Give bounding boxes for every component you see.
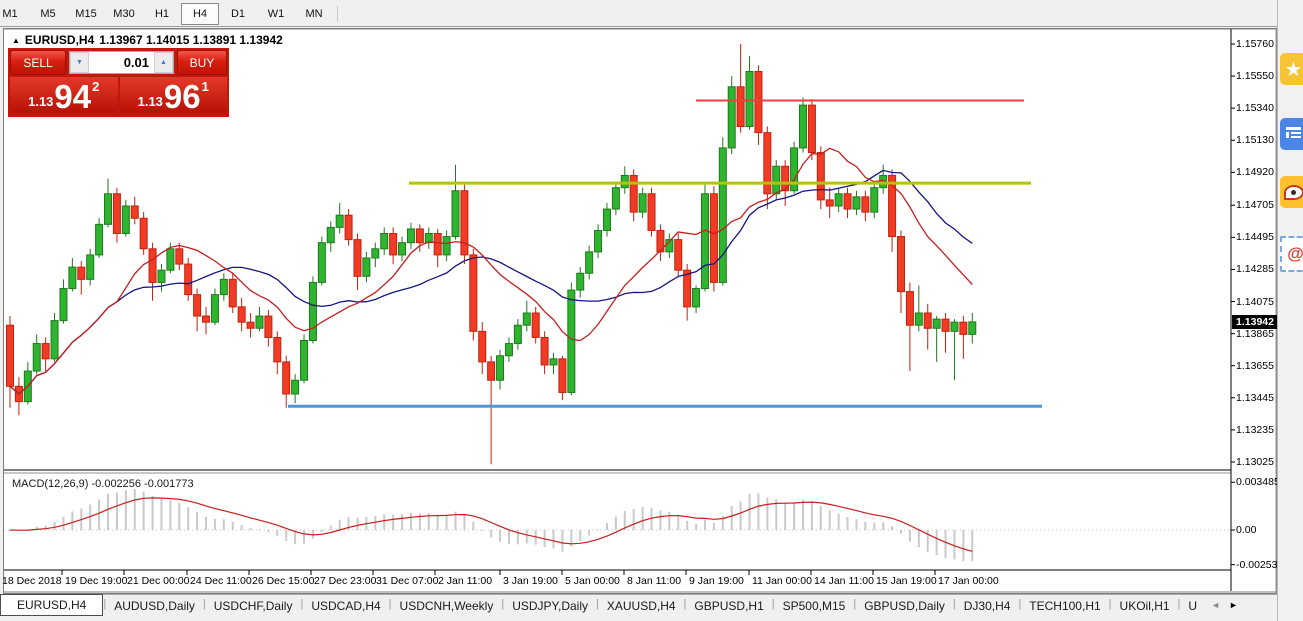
one-click-collapse-icon[interactable]: ▲	[12, 36, 20, 45]
chart-tab-SP500-M15[interactable]: SP500,M15	[775, 595, 854, 616]
volume-value[interactable]: 0.01	[89, 52, 154, 73]
sell-price-sup: 2	[92, 79, 99, 94]
chart-tab-UKOil-H1[interactable]: UKOil,H1	[1112, 595, 1178, 616]
date-axis-label: 19 Dec 19:00	[65, 575, 127, 587]
date-axis-label: 14 Jan 11:00	[814, 575, 874, 587]
tab-scroll-left-icon[interactable]: ◄	[1211, 600, 1220, 610]
chart-tab-USDCAD-H4[interactable]: USDCAD,H4	[303, 595, 388, 616]
volume-increase-button[interactable]: ▲	[154, 52, 173, 73]
macd-axis-label: 0.003485	[1236, 476, 1280, 488]
date-axis-label: 3 Jan 19:00	[503, 575, 558, 587]
chart-tab-TECH100-H1[interactable]: TECH100,H1	[1021, 595, 1108, 616]
date-axis-label: 8 Jan 11:00	[627, 575, 681, 587]
date-axis-label: 31 Dec 07:00	[376, 575, 438, 587]
chart-tab-USDCHF-Daily[interactable]: USDCHF,Daily	[206, 595, 301, 616]
chart-tab-XAUUSD-H4[interactable]: XAUUSD,H4	[599, 595, 684, 616]
chart-tab-EURUSD-H4[interactable]: EURUSD,H4	[0, 594, 103, 616]
date-axis-label: 21 Dec 00:00	[127, 575, 189, 587]
symbol-ohlc: 1.13967 1.14015 1.13891 1.13942	[99, 33, 283, 47]
macd-histogram	[9, 489, 973, 561]
desktop-strip: ★ @	[1277, 0, 1303, 621]
price-axis-label: 1.15760	[1236, 38, 1280, 50]
chart-tab-USDJPY-Daily[interactable]: USDJPY,Daily	[504, 595, 596, 616]
chart-tab-AUDUSD-Daily[interactable]: AUDUSD,Daily	[106, 595, 203, 616]
price-axis-label: 1.14920	[1236, 166, 1280, 178]
volume-spinner: ▼ 0.01 ▲	[69, 51, 174, 74]
date-axis-label: 2 Jan 11:00	[438, 575, 492, 587]
chart-tab-GBPUSD-H1[interactable]: GBPUSD,H1	[686, 595, 771, 616]
macd-indicator-label: MACD(12,26,9) -0.002256 -0.001773	[12, 478, 194, 490]
sell-price-prefix: 1.13	[28, 94, 53, 109]
date-axis-label: 27 Dec 23:00	[314, 575, 376, 587]
sell-button[interactable]: SELL	[10, 50, 66, 75]
date-axis-label: 17 Jan 00:00	[938, 575, 999, 587]
mt4-terminal: M1M5M15M30H1H4D1W1MN ⟨ ▲ EURUSD,H4 1.139…	[0, 0, 1303, 621]
one-click-trading-panel: SELL ▼ 0.01 ▲ BUY 1.13 94 2 1.13 96 1	[8, 48, 229, 117]
date-axis-label: 24 Dec 11:00	[190, 575, 252, 587]
tab-scroll-right-icon[interactable]: ►	[1229, 600, 1238, 610]
buy-quote-box[interactable]: 1.13 96 1	[120, 77, 228, 113]
price-axis-label: 1.15550	[1236, 70, 1280, 82]
timeframe-button-W1[interactable]: W1	[257, 3, 295, 25]
sell-quote-box[interactable]: 1.13 94 2	[10, 77, 118, 113]
price-axis-label: 1.14705	[1236, 199, 1280, 211]
timeframe-buttons: M1M5M15M30H1H4D1W1MN	[0, 3, 342, 25]
chart-tab-GBPUSD-Daily[interactable]: GBPUSD,Daily	[856, 595, 953, 616]
volume-decrease-button[interactable]: ▼	[70, 52, 89, 73]
date-axis-label: 11 Jan 00:00	[752, 575, 812, 587]
timeframe-button-M15[interactable]: M15	[67, 3, 105, 25]
sell-price-big: 94	[54, 82, 91, 112]
price-axis-label: 1.14075	[1236, 296, 1280, 308]
timeframe-button-M1[interactable]: M1	[0, 3, 29, 25]
timeframe-toolbar: M1M5M15M30H1H4D1W1MN	[0, 0, 1277, 27]
macd-signal-line	[10, 498, 972, 551]
price-axis-label: 1.13235	[1236, 424, 1280, 436]
price-axis-label: 1.13025	[1236, 456, 1280, 468]
timeframe-button-M5[interactable]: M5	[29, 3, 67, 25]
timeframe-button-D1[interactable]: D1	[219, 3, 257, 25]
toolbar-separator	[337, 6, 338, 22]
chart-plot-area[interactable]: ▲ EURUSD,H4 1.13967 1.14015 1.13891 1.13…	[4, 29, 1277, 593]
price-axis-label: 1.14495	[1236, 231, 1280, 243]
timeframe-button-H4[interactable]: H4	[181, 3, 219, 25]
price-axis-label: 1.13655	[1236, 360, 1280, 372]
current-price-marker: 1.13942	[1232, 315, 1278, 329]
date-axis-label: 26 Dec 15:00	[252, 575, 314, 587]
tab-scroll-arrows: ◄►	[1211, 600, 1238, 610]
chart-tab-DJ30-H4[interactable]: DJ30,H4	[956, 595, 1019, 616]
price-axis-label: 1.13445	[1236, 392, 1280, 404]
buy-price-sup: 1	[202, 79, 209, 94]
macd-axis-label: -0.00253	[1236, 559, 1280, 571]
chart-symbol-title: ▲ EURUSD,H4 1.13967 1.14015 1.13891 1.13…	[12, 33, 283, 47]
buy-price-big: 96	[164, 82, 201, 112]
price-axis-label: 1.13865	[1236, 328, 1280, 340]
price-axis-label: 1.15340	[1236, 102, 1280, 114]
symbol-name: EURUSD,H4	[25, 33, 94, 47]
list-panel-icon[interactable]	[1280, 118, 1303, 150]
at-mail-icon[interactable]: @	[1280, 236, 1303, 272]
chart-tab-bar: EURUSD,H4|AUDUSD,Daily|USDCHF,Daily|USDC…	[0, 594, 1277, 618]
macd-axis-label: 0.00	[1236, 524, 1280, 536]
chart-tab-U[interactable]: U	[1180, 595, 1205, 616]
chart-tab-USDCNH-Weekly[interactable]: USDCNH,Weekly	[392, 595, 502, 616]
price-axis-label: 1.14285	[1236, 263, 1280, 275]
star-icon[interactable]: ★	[1280, 53, 1303, 85]
date-axis-label: 15 Jan 19:00	[876, 575, 937, 587]
timeframe-button-M30[interactable]: M30	[105, 3, 143, 25]
price-axis-label: 1.15130	[1236, 134, 1280, 146]
date-axis-label: 5 Jan 00:00	[565, 575, 620, 587]
buy-button[interactable]: BUY	[177, 50, 227, 75]
timeframe-button-H1[interactable]: H1	[143, 3, 181, 25]
date-axis-label: 9 Jan 19:00	[689, 575, 744, 587]
date-axis-label: 18 Dec 2018	[2, 575, 62, 587]
weibo-eye-icon[interactable]	[1280, 176, 1303, 208]
timeframe-button-MN[interactable]: MN	[295, 3, 333, 25]
buy-price-prefix: 1.13	[138, 94, 163, 109]
